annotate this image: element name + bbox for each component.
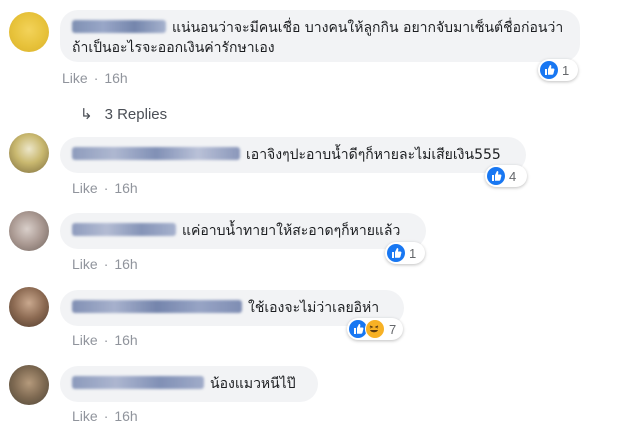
like-link[interactable]: Like (62, 70, 88, 86)
like-link[interactable]: Like (72, 408, 98, 424)
replies-label: 3 Replies (104, 106, 168, 123)
like-reaction-icon (487, 167, 505, 185)
like-reaction-icon (387, 244, 405, 262)
avatar[interactable] (9, 12, 49, 52)
reply-arrow-icon: ↳ (80, 106, 93, 123)
commenter-name-blurred[interactable] (72, 147, 240, 160)
comment-text: เอาจิงๆปะอาบน้ำดีๆก็หายละไม่เสียเงิน555 (246, 147, 501, 163)
comment-meta: Like · 16h (72, 256, 138, 272)
comment-meta: Like · 16h (72, 180, 138, 196)
comment-meta: Like · 16h (62, 70, 128, 86)
like-link[interactable]: Like (72, 256, 98, 272)
like-link[interactable]: Like (72, 180, 98, 196)
reaction-count: 1 (562, 62, 570, 78)
avatar[interactable] (9, 365, 49, 405)
commenter-name-blurred[interactable] (72, 223, 176, 236)
avatar[interactable] (9, 211, 49, 251)
haha-reaction-icon (365, 319, 385, 339)
comment-time[interactable]: 16h (114, 180, 137, 196)
view-replies-link[interactable]: ↳ 3 Replies (80, 105, 167, 123)
reaction-summary[interactable]: 4 (485, 165, 527, 187)
commenter-name-blurred[interactable] (72, 300, 242, 313)
comment-bubble: เอาจิงๆปะอาบน้ำดีๆก็หายละไม่เสียเงิน555 (60, 137, 526, 173)
comment-time[interactable]: 16h (114, 332, 137, 348)
comment-bubble: แค่อาบน้ำทายาให้สะอาดๆก็หายแล้ว (60, 213, 426, 249)
avatar[interactable] (9, 287, 49, 327)
comment-text: ใช้เองจะไม่ว่าเลยอิห่า (248, 300, 380, 316)
reaction-summary[interactable]: 1 (385, 242, 425, 264)
comment-meta: Like · 16h (72, 332, 138, 348)
reaction-count: 1 (409, 245, 417, 261)
reaction-summary[interactable]: 7 (347, 318, 403, 340)
reaction-count: 4 (509, 168, 517, 184)
reaction-count: 7 (389, 321, 397, 337)
like-reaction-icon (540, 61, 558, 79)
commenter-name-blurred[interactable] (72, 20, 166, 33)
avatar[interactable] (9, 133, 49, 173)
comment-time[interactable]: 16h (114, 408, 137, 424)
comment-time[interactable]: 16h (104, 70, 127, 86)
comment-time[interactable]: 16h (114, 256, 137, 272)
reaction-summary[interactable]: 1 (538, 59, 578, 81)
like-link[interactable]: Like (72, 332, 98, 348)
comment-meta: Like · 16h (72, 408, 138, 424)
comment-bubble: แน่นอนว่าจะมีคนเชื่อ บางคนให้ลูกกิน อยาก… (60, 10, 580, 62)
commenter-name-blurred[interactable] (72, 376, 204, 389)
comment-text: น้องแมวหนีไป๊ (210, 376, 296, 392)
comment-bubble: น้องแมวหนีไป๊ (60, 366, 318, 402)
comment-text: แค่อาบน้ำทายาให้สะอาดๆก็หายแล้ว (182, 223, 401, 239)
